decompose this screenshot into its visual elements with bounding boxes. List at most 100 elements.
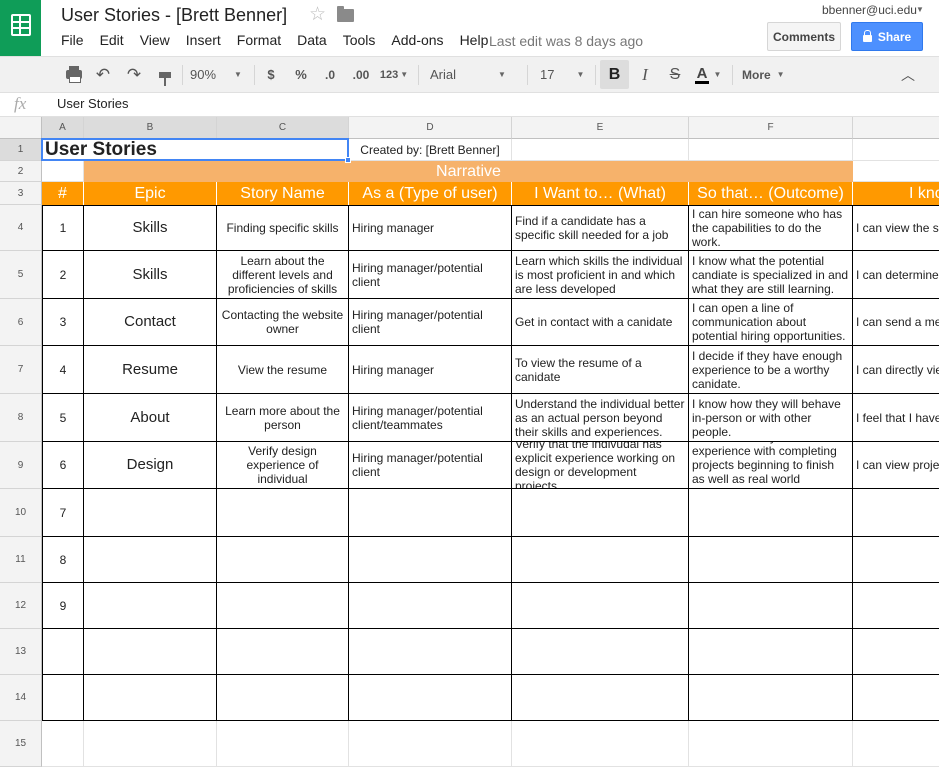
story-number-cell[interactable]: 8 <box>42 537 84 583</box>
acceptance-cell[interactable] <box>853 675 939 721</box>
acceptance-cell[interactable]: I can determine individuals skills <box>853 251 939 299</box>
column-title-header[interactable]: Story Name <box>217 182 349 205</box>
acceptance-cell[interactable] <box>853 629 939 675</box>
want-to-cell[interactable]: Get in contact with a canidate <box>512 299 689 346</box>
formula-input[interactable]: User Stories <box>57 96 129 111</box>
story-name-cell[interactable] <box>217 583 349 629</box>
menu-view[interactable]: View <box>140 32 170 48</box>
row-header[interactable]: 12 <box>0 583 42 629</box>
user-type-cell[interactable] <box>349 675 512 721</box>
zoom-select[interactable]: 90% ▼ <box>190 57 248 92</box>
column-header[interactable] <box>853 117 939 139</box>
account-email[interactable]: bbenner@uci.edu <box>822 3 917 17</box>
so-that-cell[interactable]: I know what the potential candiate is sp… <box>689 251 853 299</box>
user-type-cell[interactable] <box>349 489 512 537</box>
document-title[interactable]: User Stories - [Brett Benner] <box>61 5 287 26</box>
sheet-title-cell[interactable]: User Stories <box>42 139 349 161</box>
column-title-header[interactable]: Epic <box>84 182 217 205</box>
epic-cell[interactable]: About <box>84 394 217 442</box>
column-header[interactable]: D <box>349 117 512 139</box>
story-number-cell[interactable]: 7 <box>42 489 84 537</box>
story-name-cell[interactable] <box>217 489 349 537</box>
so-that-cell[interactable] <box>689 629 853 675</box>
column-title-header[interactable]: # <box>42 182 84 205</box>
story-number-cell[interactable] <box>42 675 84 721</box>
story-number-cell[interactable]: 4 <box>42 346 84 394</box>
redo-icon[interactable]: ↷ <box>123 57 145 92</box>
want-to-cell[interactable]: To view the resume of a canidate <box>512 346 689 394</box>
paint-format-icon[interactable] <box>154 57 176 92</box>
epic-cell[interactable] <box>84 537 217 583</box>
currency-format-button[interactable]: $ <box>262 57 280 92</box>
so-that-cell[interactable] <box>689 675 853 721</box>
so-that-cell[interactable] <box>689 583 853 629</box>
row-header[interactable]: 7 <box>0 346 42 394</box>
cell[interactable] <box>689 139 853 161</box>
user-type-cell[interactable]: Hiring manager <box>349 346 512 394</box>
collapse-toolbar-icon[interactable]: ︿ <box>898 57 918 92</box>
story-name-cell[interactable] <box>217 675 349 721</box>
created-by-cell[interactable]: Created by: [Brett Benner] <box>349 139 512 161</box>
account-chevron-down-icon[interactable]: ▼ <box>916 5 924 14</box>
cell[interactable] <box>853 161 939 182</box>
story-name-cell[interactable]: Contacting the website owner <box>217 299 349 346</box>
comments-button[interactable]: Comments <box>767 22 841 51</box>
epic-cell[interactable] <box>84 675 217 721</box>
story-number-cell[interactable]: 1 <box>42 205 84 251</box>
so-that-cell[interactable] <box>689 489 853 537</box>
acceptance-cell[interactable] <box>853 583 939 629</box>
row-header[interactable]: 6 <box>0 299 42 346</box>
select-all-corner[interactable] <box>0 117 42 139</box>
want-to-cell[interactable]: Find if a candidate has a specific skill… <box>512 205 689 251</box>
user-type-cell[interactable] <box>349 583 512 629</box>
row-header[interactable]: 8 <box>0 394 42 442</box>
number-format-button[interactable]: 123 ▼ <box>379 57 409 92</box>
acceptance-cell[interactable]: I can directly vie <box>853 346 939 394</box>
epic-cell[interactable] <box>84 489 217 537</box>
epic-cell[interactable]: Skills <box>84 205 217 251</box>
menu-add-ons[interactable]: Add-ons <box>391 32 443 48</box>
user-type-cell[interactable]: Hiring manager <box>349 205 512 251</box>
row-header[interactable]: 5 <box>0 251 42 299</box>
menu-help[interactable]: Help <box>460 32 489 48</box>
so-that-cell[interactable]: I know that they have actual experience … <box>689 442 853 489</box>
column-title-header[interactable]: I Want to… (What) <box>512 182 689 205</box>
increase-decimal-button[interactable]: .00 <box>350 57 372 92</box>
column-header[interactable]: E <box>512 117 689 139</box>
row-header[interactable]: 1 <box>0 139 42 161</box>
want-to-cell[interactable]: Understand the individual better as an a… <box>512 394 689 442</box>
epic-cell[interactable]: Resume <box>84 346 217 394</box>
acceptance-cell[interactable]: I feel that I have character and in <box>853 394 939 442</box>
row-header[interactable]: 2 <box>0 161 42 182</box>
so-that-cell[interactable]: I can hire someone who has the capabilit… <box>689 205 853 251</box>
user-type-cell[interactable]: Hiring manager/potential client <box>349 251 512 299</box>
decrease-decimal-button[interactable]: .0 <box>320 57 340 92</box>
column-header[interactable]: C <box>217 117 349 139</box>
epic-cell[interactable] <box>84 629 217 675</box>
story-number-cell[interactable]: 2 <box>42 251 84 299</box>
epic-cell[interactable] <box>84 583 217 629</box>
cell[interactable] <box>512 721 689 767</box>
want-to-cell[interactable] <box>512 675 689 721</box>
story-number-cell[interactable]: 6 <box>42 442 84 489</box>
so-that-cell[interactable] <box>689 537 853 583</box>
want-to-cell[interactable]: Learn which skills the individual is mos… <box>512 251 689 299</box>
so-that-cell[interactable]: I decide if they have enough experience … <box>689 346 853 394</box>
user-type-cell[interactable] <box>349 537 512 583</box>
row-header[interactable]: 14 <box>0 675 42 721</box>
cell[interactable] <box>349 721 512 767</box>
percent-format-button[interactable]: % <box>292 57 310 92</box>
epic-cell[interactable]: Skills <box>84 251 217 299</box>
column-title-header[interactable]: I kno <box>853 182 939 205</box>
bold-button[interactable]: B <box>600 60 629 89</box>
italic-button[interactable]: I <box>634 57 656 92</box>
so-that-cell[interactable]: I can open a line of communication about… <box>689 299 853 346</box>
last-edit-link[interactable]: Last edit was 8 days ago <box>489 33 643 49</box>
cell[interactable] <box>689 721 853 767</box>
cell[interactable] <box>512 139 689 161</box>
menu-insert[interactable]: Insert <box>186 32 221 48</box>
column-title-header[interactable]: So that… (Outcome) <box>689 182 853 205</box>
story-name-cell[interactable]: Learn about the different levels and pro… <box>217 251 349 299</box>
cell[interactable] <box>42 721 84 767</box>
so-that-cell[interactable]: I know how they will behave in-person or… <box>689 394 853 442</box>
